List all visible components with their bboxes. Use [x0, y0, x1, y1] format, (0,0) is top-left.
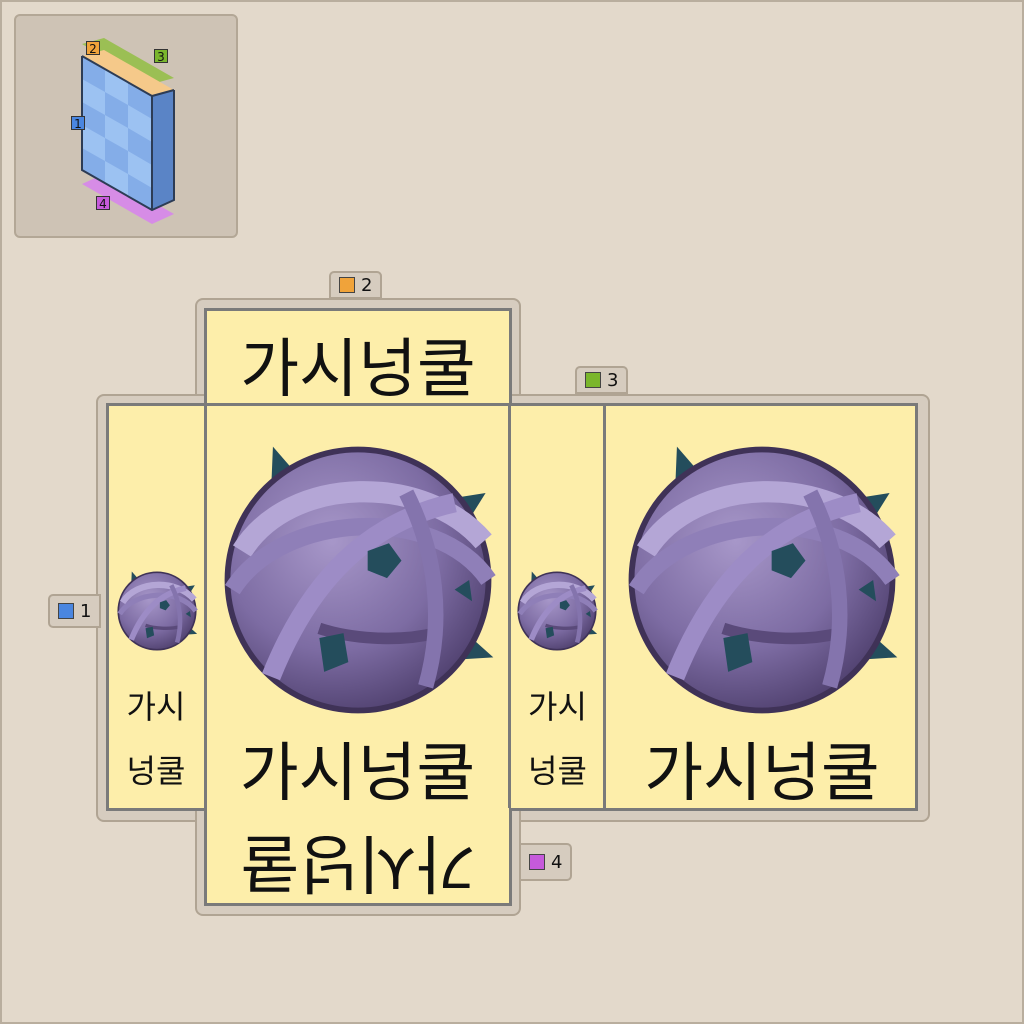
thorn-vine-ball-icon	[114, 565, 200, 657]
thorn-vine-ball-icon	[514, 565, 600, 657]
face-1-number: 1	[80, 600, 92, 622]
right-panel-text-line1: 가시	[528, 688, 587, 726]
preview-tag-4: 4	[96, 196, 110, 211]
box-3d-preview-icon	[81, 38, 175, 224]
left-panel-text-line1: 가시	[126, 688, 186, 726]
preview-tag-3: 3	[154, 49, 168, 64]
bottom-panel-text: 가시넝쿨	[240, 825, 476, 899]
left-panel-text-line2: 넝쿨	[126, 752, 186, 790]
face-2-number: 2	[361, 274, 373, 296]
face-2-swatch	[339, 277, 355, 293]
back-panel-text: 가시넝쿨	[644, 737, 880, 811]
face-1-swatch	[58, 603, 74, 619]
face-4-swatch	[529, 854, 545, 870]
face-label-4: 4	[519, 843, 573, 881]
front-panel-text: 가시넝쿨	[239, 737, 476, 811]
face-label-1: 1	[48, 594, 102, 628]
top-panel-text: 가시넝쿨	[240, 333, 476, 407]
preview-tag-2: 2	[86, 41, 100, 56]
right-panel-text-line2: 넝쿨	[528, 752, 587, 790]
face-4-number: 4	[551, 851, 563, 873]
face-3-swatch	[585, 372, 601, 388]
box-preview: 2 3 1 4	[14, 14, 238, 238]
preview-tag-1: 1	[71, 116, 85, 131]
face-label-3: 3	[575, 366, 629, 394]
face-label-2: 2	[329, 271, 383, 299]
face-3-number: 3	[607, 369, 619, 391]
thorn-vine-ball-icon	[617, 430, 907, 730]
thorn-vine-ball-icon	[213, 430, 503, 730]
